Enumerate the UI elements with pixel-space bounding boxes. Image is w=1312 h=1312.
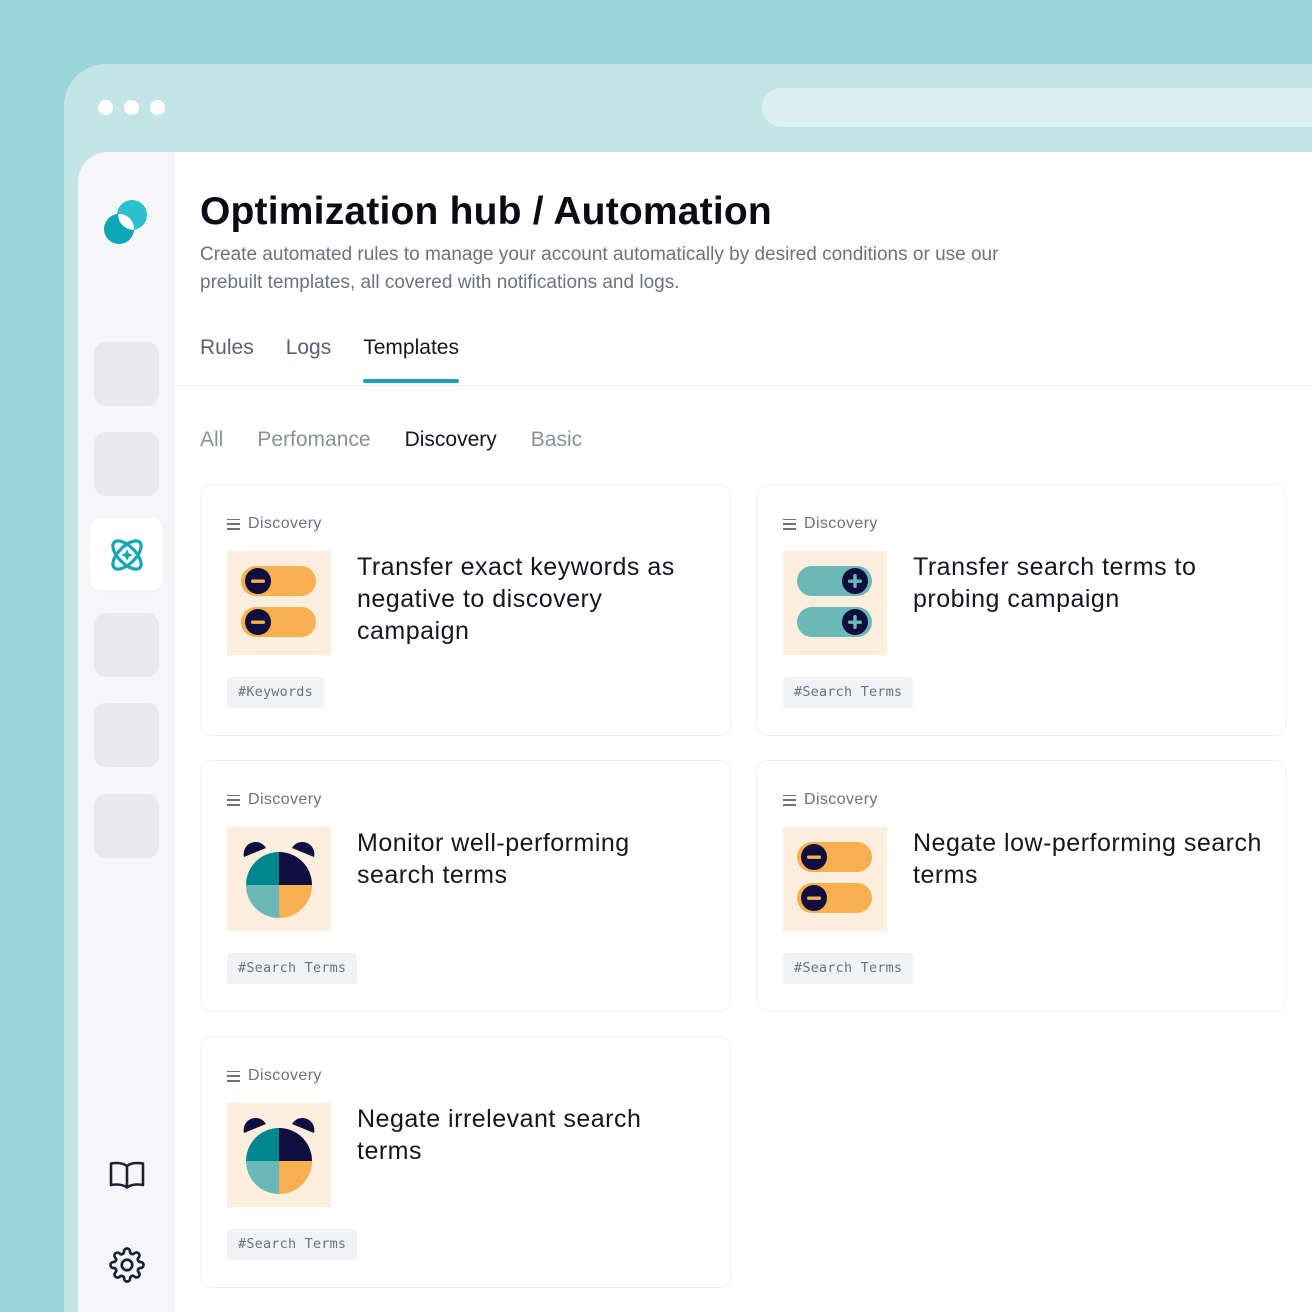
page-description: Create automated rules to manage your ac…: [200, 244, 999, 293]
sidebar-item[interactable]: [94, 613, 159, 677]
card-title: Negate irrelevant search terms: [357, 1105, 642, 1165]
card-category: Discovery: [783, 515, 878, 533]
gear-icon[interactable]: [108, 1246, 146, 1284]
category-filters: All Perfomance Discovery Basic: [200, 428, 582, 452]
tab-rules[interactable]: Rules: [200, 336, 254, 380]
brand-logo-icon[interactable]: [102, 198, 150, 246]
alarm-clock-icon: [243, 1118, 315, 1194]
window-dot[interactable]: [150, 100, 165, 115]
book-icon[interactable]: [108, 1156, 146, 1194]
filter-discovery[interactable]: Discovery: [405, 428, 497, 452]
minus-toggles-icon: [797, 842, 872, 913]
window-dot[interactable]: [98, 100, 113, 115]
sidebar-item[interactable]: [94, 703, 159, 767]
card-title: Monitor well-performing search terms: [357, 829, 630, 889]
address-bar[interactable]: [762, 88, 1312, 127]
template-card[interactable]: Discovery Transfer exact keywords as neg…: [200, 484, 731, 736]
main-content: Optimization hub / Automation Create aut…: [175, 152, 1312, 1312]
sidebar-item-automation[interactable]: [90, 518, 163, 591]
tabs-divider: [175, 385, 1312, 386]
alarm-clock-icon: [243, 842, 315, 918]
card-thumbnail: [227, 1103, 331, 1207]
card-thumbnail: [783, 551, 887, 655]
app-container: Optimization hub / Automation Create aut…: [78, 152, 1312, 1312]
card-tag[interactable]: #Search Terms: [227, 953, 358, 984]
template-card[interactable]: Discovery Negate irrelevant search terms…: [200, 1036, 731, 1288]
page-title: Optimization hub / Automation: [200, 190, 772, 233]
card-category-label: Discovery: [248, 515, 322, 532]
card-category-label: Discovery: [804, 515, 878, 532]
card-title: Negate low-performing search terms: [913, 829, 1262, 889]
template-card[interactable]: Discovery Transfer search terms to probi…: [756, 484, 1287, 736]
sidebar-item[interactable]: [94, 342, 159, 406]
card-thumbnail: [783, 827, 887, 931]
menu-lines-icon: [783, 794, 796, 806]
filter-basic[interactable]: Basic: [531, 428, 582, 452]
card-category-label: Discovery: [804, 791, 878, 808]
card-category: Discovery: [783, 791, 878, 809]
sidebar: [78, 152, 175, 1312]
tab-logs[interactable]: Logs: [286, 336, 332, 380]
plus-toggles-icon: [797, 566, 872, 637]
menu-lines-icon: [227, 794, 240, 806]
card-tag[interactable]: #Search Terms: [783, 953, 914, 984]
card-tag[interactable]: #Search Terms: [783, 677, 914, 708]
menu-lines-icon: [783, 518, 796, 530]
card-category-label: Discovery: [248, 1067, 322, 1084]
card-tag[interactable]: #Keywords: [227, 677, 324, 708]
tab-templates[interactable]: Templates: [363, 336, 459, 383]
tabs: Rules Logs Templates: [200, 336, 459, 383]
automation-atom-icon: [110, 538, 143, 571]
card-title: Transfer exact keywords as negative to d…: [357, 553, 675, 645]
minus-toggles-icon: [241, 566, 316, 637]
window-controls: [98, 100, 165, 115]
card-title: Transfer search terms to probing campaig…: [913, 553, 1197, 613]
card-category: Discovery: [227, 515, 322, 533]
card-category-label: Discovery: [248, 791, 322, 808]
menu-lines-icon: [227, 1070, 240, 1082]
filter-all[interactable]: All: [200, 428, 223, 452]
sidebar-item[interactable]: [94, 432, 159, 496]
card-category: Discovery: [227, 791, 322, 809]
filter-performance[interactable]: Perfomance: [257, 428, 370, 452]
menu-lines-icon: [227, 518, 240, 530]
sidebar-item[interactable]: [94, 794, 159, 858]
card-tag[interactable]: #Search Terms: [227, 1229, 358, 1260]
window-dot[interactable]: [124, 100, 139, 115]
template-card[interactable]: Discovery Monitor well-performing search…: [200, 760, 731, 1012]
card-thumbnail: [227, 827, 331, 931]
card-thumbnail: [227, 551, 331, 655]
template-card[interactable]: Discovery Negate low-performing search t…: [756, 760, 1287, 1012]
card-category: Discovery: [227, 1067, 322, 1085]
